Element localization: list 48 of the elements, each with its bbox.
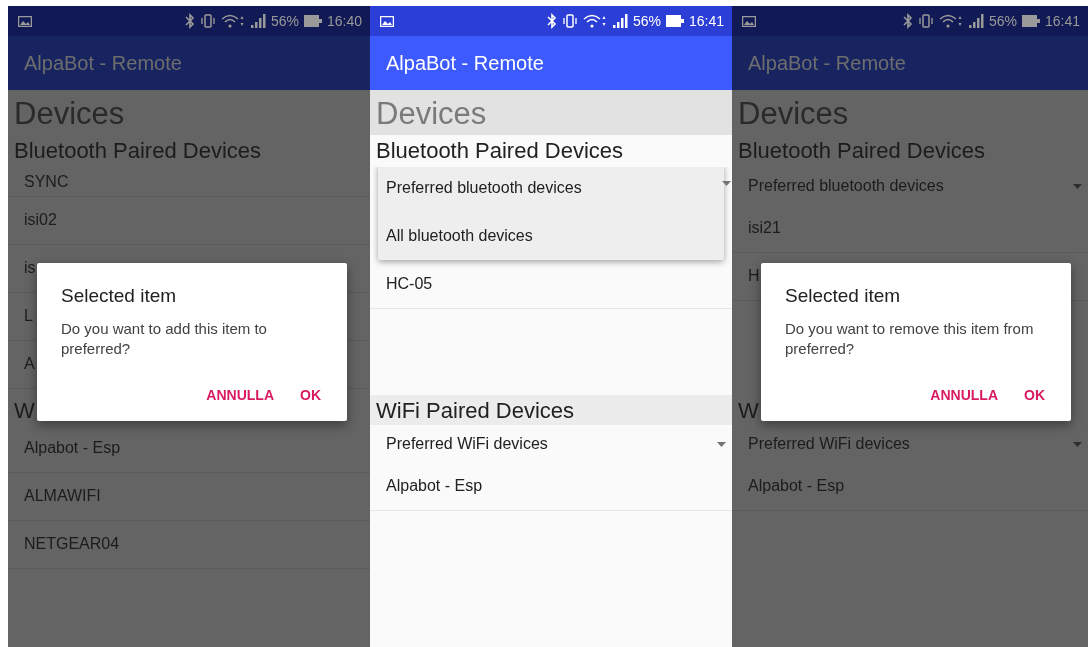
dropdown-arrow-icon [1073, 183, 1082, 189]
device-filter-dropdown[interactable]: Preferred WiFi devices [370, 425, 732, 463]
picture-icon [742, 15, 756, 27]
dialog-message: Do you want to remove this item from preferred? [785, 319, 1035, 359]
app-title: AlpaBot - Remote [748, 51, 906, 75]
app-title: AlpaBot - Remote [386, 51, 544, 75]
vibrate-icon [917, 14, 934, 28]
wifi-icon [582, 14, 607, 28]
battery-icon [303, 15, 322, 27]
battery-percent: 56% [988, 13, 1017, 29]
dropdown-option[interactable]: Preferred bluetooth devices [378, 167, 724, 212]
wifi-icon [938, 14, 963, 28]
picture-icon [18, 15, 32, 27]
dropdown-arrow-icon [722, 181, 731, 186]
battery-percent: 56% [632, 13, 661, 29]
battery-icon [1021, 15, 1040, 27]
vibrate-icon [199, 14, 216, 28]
section-heading: Bluetooth Paired Devices [13, 137, 263, 165]
dialog-title: Selected item [785, 285, 902, 307]
wifi-icon [220, 14, 245, 28]
dropdown-arrow-icon [1073, 441, 1082, 447]
signal-icon [611, 14, 628, 28]
device-filter-dropdown[interactable]: Preferred WiFi devices [732, 425, 1088, 463]
signal-icon [249, 14, 266, 28]
bluetooth-icon [546, 13, 557, 29]
signal-icon [967, 14, 984, 28]
dialog-message: Do you want to add this item to preferred? [61, 319, 268, 359]
battery-icon [665, 15, 684, 27]
dropdown-arrow-icon [717, 441, 726, 447]
dialog-title: Selected item [61, 285, 178, 307]
device-filter-dropdown[interactable]: Preferred bluetooth devices [732, 167, 1088, 205]
section-heading: Bluetooth Paired Devices [737, 137, 987, 165]
section-heading: WiFi Paired Devices [370, 395, 732, 425]
device-list-item[interactable]: isi21 [732, 205, 1088, 253]
battery-percent: 56% [270, 13, 299, 29]
clock-time: 16:40 [326, 13, 362, 29]
vibrate-icon [561, 14, 578, 28]
dropdown-option[interactable]: All bluetooth devices [378, 212, 724, 260]
app-title: AlpaBot - Remote [24, 51, 182, 75]
section-heading: Bluetooth Paired Devices [375, 137, 625, 165]
page-title: Devices [370, 90, 732, 135]
picture-icon [380, 15, 394, 27]
clock-time: 16:41 [688, 13, 724, 29]
device-list-item[interactable]: SYNC [8, 167, 370, 197]
bluetooth-icon [184, 13, 195, 29]
device-list-item[interactable]: Alpabot - Esp [732, 463, 1088, 511]
bluetooth-icon [902, 13, 913, 29]
clock-time: 16:41 [1044, 13, 1080, 29]
